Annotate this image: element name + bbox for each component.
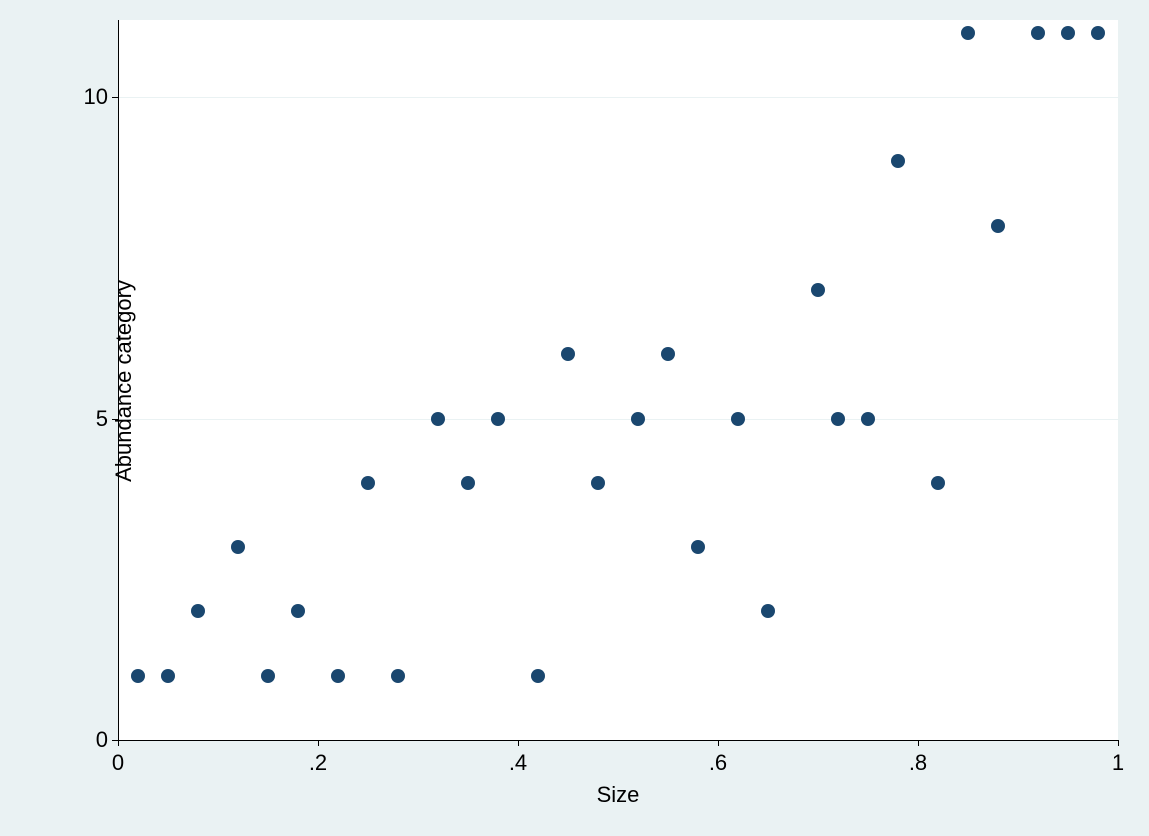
data-point: [1061, 26, 1075, 40]
data-point: [231, 540, 245, 554]
data-point: [291, 604, 305, 618]
data-point: [391, 669, 405, 683]
data-point: [691, 540, 705, 554]
scatter-chart: Abundance category Size 0 5 10 0 .2 .4 .6 .8 1: [0, 0, 1149, 836]
y-tick: [112, 97, 118, 98]
data-point: [591, 476, 605, 490]
x-tick-label: 0: [112, 750, 124, 776]
x-tick-label: .6: [709, 750, 727, 776]
x-tick: [918, 740, 919, 746]
data-point: [861, 412, 875, 426]
data-point: [531, 669, 545, 683]
y-tick-label: 0: [78, 727, 108, 753]
x-tick: [718, 740, 719, 746]
data-point: [561, 347, 575, 361]
x-tick: [118, 740, 119, 746]
data-point: [831, 412, 845, 426]
data-point: [661, 347, 675, 361]
data-point: [161, 669, 175, 683]
y-axis-label: Abundance category: [111, 280, 137, 482]
data-point: [931, 476, 945, 490]
x-tick-label: 1: [1112, 750, 1124, 776]
data-point: [491, 412, 505, 426]
data-point: [431, 412, 445, 426]
gridline: [118, 97, 1118, 98]
data-point: [191, 604, 205, 618]
data-point: [131, 669, 145, 683]
data-point: [891, 154, 905, 168]
x-tick-label: .2: [309, 750, 327, 776]
plot-area: [118, 20, 1118, 740]
y-tick-label: 10: [78, 84, 108, 110]
data-point: [961, 26, 975, 40]
x-tick: [1118, 740, 1119, 746]
data-point: [461, 476, 475, 490]
data-point: [761, 604, 775, 618]
data-point: [361, 476, 375, 490]
data-point: [811, 283, 825, 297]
x-tick-label: .8: [909, 750, 927, 776]
y-tick-label: 5: [78, 406, 108, 432]
x-tick-label: .4: [509, 750, 527, 776]
y-tick: [112, 419, 118, 420]
x-axis-line: [118, 740, 1118, 741]
data-point: [1031, 26, 1045, 40]
data-point: [631, 412, 645, 426]
x-tick: [518, 740, 519, 746]
gridline: [118, 419, 1118, 420]
x-tick: [318, 740, 319, 746]
x-axis-label: Size: [597, 782, 640, 808]
data-point: [991, 219, 1005, 233]
data-point: [331, 669, 345, 683]
data-point: [731, 412, 745, 426]
data-point: [261, 669, 275, 683]
data-point: [1091, 26, 1105, 40]
